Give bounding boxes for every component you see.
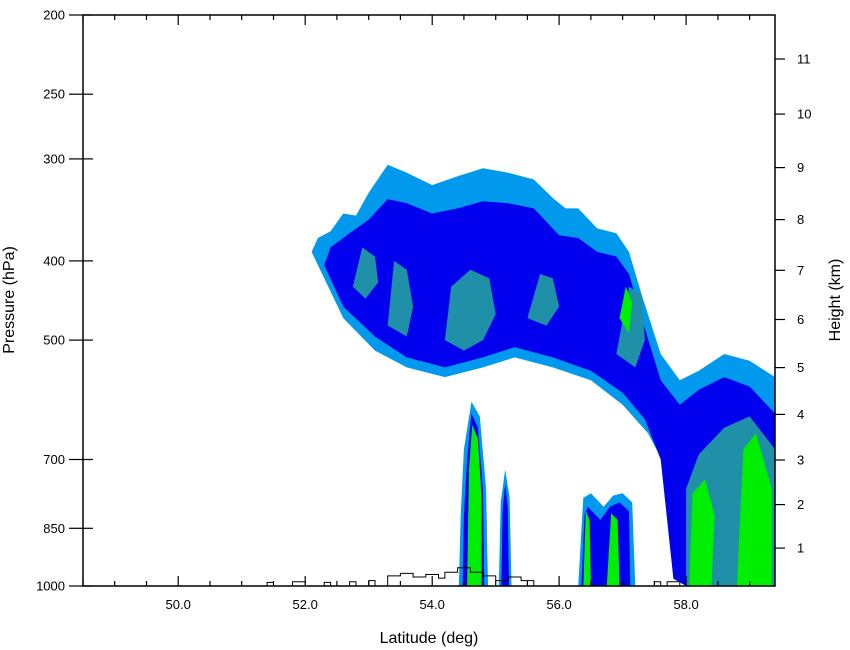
x-tick-label: 52.0 [293,597,318,612]
pressure-tick-label: 250 [43,87,65,102]
height-tick-label: 7 [797,263,804,278]
cross-section-chart: 50.0 52.0 54.0 56.0 58.020025030040050070085… [0,0,850,650]
height-tick-label: 9 [797,160,804,175]
pressure-tick-label: 700 [43,452,65,467]
pressure-tick-label: 1000 [36,579,65,594]
height-tick-label: 11 [797,52,811,67]
y-axis-title-left: Pressure (hPa) [1,246,18,354]
pressure-tick-label: 200 [43,8,65,23]
x-tick-label: 50.0 [166,597,191,612]
height-tick-label: 8 [797,212,804,227]
pressure-tick-label: 850 [43,521,65,536]
x-axis-title: Latitude (deg) [380,630,479,647]
x-tick-label: 56.0 [546,597,571,612]
pressure-tick-label: 400 [43,253,65,268]
height-tick-label: 1 [797,541,804,556]
pressure-tick-label: 300 [43,151,65,166]
x-tick-label: 58.0 [673,597,698,612]
y-axis-title-right: Height (km) [827,259,844,342]
height-tick-label: 2 [797,497,804,512]
pressure-tick-label: 500 [43,333,65,348]
x-tick-label: 54.0 [420,597,445,612]
height-tick-label: 10 [797,107,811,122]
height-tick-label: 3 [797,453,804,468]
height-tick-label: 6 [797,312,804,327]
height-tick-label: 4 [797,407,804,422]
height-tick-label: 5 [797,360,804,375]
